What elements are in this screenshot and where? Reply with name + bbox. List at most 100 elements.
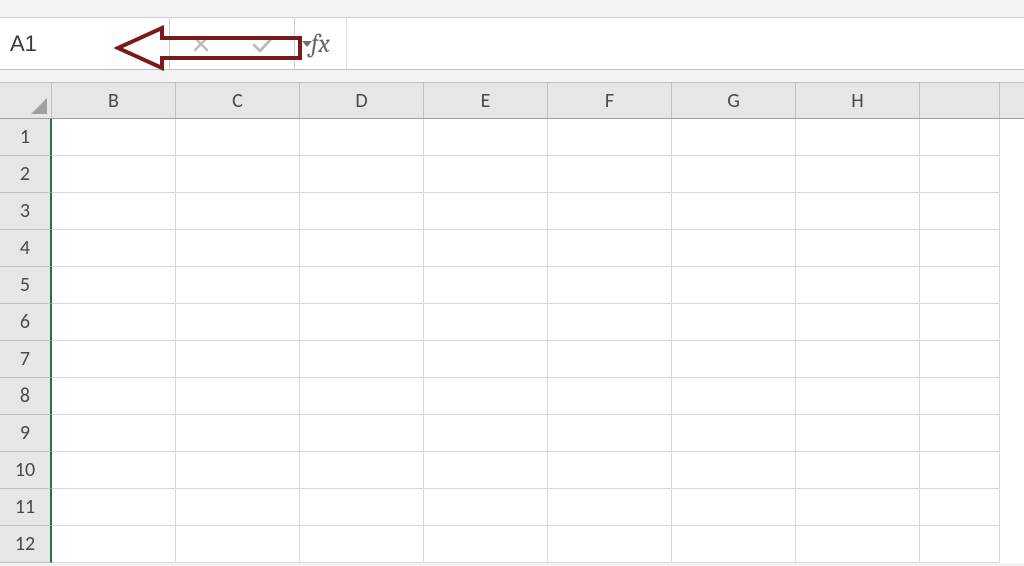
cell[interactable]: [548, 452, 672, 489]
cell[interactable]: [548, 193, 672, 230]
cell[interactable]: [920, 415, 1000, 452]
col-header[interactable]: B: [52, 83, 176, 118]
cell[interactable]: [424, 452, 548, 489]
cell[interactable]: [796, 526, 920, 563]
row-header[interactable]: 5: [0, 267, 52, 304]
cell[interactable]: [424, 156, 548, 193]
cell[interactable]: [176, 415, 300, 452]
cell[interactable]: [548, 526, 672, 563]
cell[interactable]: [424, 341, 548, 378]
formula-input[interactable]: [347, 18, 1024, 69]
cell[interactable]: [176, 526, 300, 563]
cell[interactable]: [672, 304, 796, 341]
row-header[interactable]: 8: [0, 378, 52, 415]
cell[interactable]: [672, 267, 796, 304]
cell[interactable]: [300, 267, 424, 304]
cell[interactable]: [548, 489, 672, 526]
cell[interactable]: [52, 267, 176, 304]
select-all-corner[interactable]: [0, 83, 52, 118]
name-box-input[interactable]: [10, 31, 298, 57]
cell[interactable]: [672, 341, 796, 378]
cell[interactable]: [672, 452, 796, 489]
cell[interactable]: [796, 230, 920, 267]
cell[interactable]: [52, 304, 176, 341]
cell[interactable]: [52, 193, 176, 230]
row-header[interactable]: 12: [0, 526, 52, 563]
cell[interactable]: [796, 193, 920, 230]
cell[interactable]: [52, 119, 176, 156]
cell[interactable]: [548, 415, 672, 452]
cell[interactable]: [796, 489, 920, 526]
cell[interactable]: [920, 378, 1000, 415]
col-header[interactable]: G: [672, 83, 796, 118]
cell[interactable]: [424, 119, 548, 156]
col-header[interactable]: [920, 83, 1000, 118]
cell[interactable]: [52, 526, 176, 563]
cell[interactable]: [920, 230, 1000, 267]
cell[interactable]: [300, 489, 424, 526]
cell[interactable]: [548, 267, 672, 304]
row-header[interactable]: 2: [0, 156, 52, 193]
cell[interactable]: [548, 119, 672, 156]
cell[interactable]: [920, 452, 1000, 489]
cell[interactable]: [796, 415, 920, 452]
cell[interactable]: [796, 267, 920, 304]
row-header[interactable]: 10: [0, 452, 52, 489]
cell[interactable]: [548, 230, 672, 267]
cell[interactable]: [424, 526, 548, 563]
cell[interactable]: [300, 304, 424, 341]
cell[interactable]: [52, 452, 176, 489]
cell[interactable]: [796, 156, 920, 193]
col-header[interactable]: D: [300, 83, 424, 118]
cell[interactable]: [672, 489, 796, 526]
col-header[interactable]: F: [548, 83, 672, 118]
cell[interactable]: [796, 119, 920, 156]
cell[interactable]: [300, 526, 424, 563]
cell[interactable]: [176, 193, 300, 230]
name-box-container[interactable]: [0, 18, 170, 69]
cell[interactable]: [796, 452, 920, 489]
cell[interactable]: [176, 341, 300, 378]
cell[interactable]: [424, 304, 548, 341]
row-header[interactable]: 11: [0, 489, 52, 526]
col-header[interactable]: E: [424, 83, 548, 118]
cell[interactable]: [672, 526, 796, 563]
cell[interactable]: [176, 452, 300, 489]
cell[interactable]: [300, 119, 424, 156]
cell[interactable]: [920, 193, 1000, 230]
cell[interactable]: [672, 119, 796, 156]
cell[interactable]: [920, 119, 1000, 156]
cell[interactable]: [300, 341, 424, 378]
cell[interactable]: [52, 415, 176, 452]
cell[interactable]: [548, 156, 672, 193]
cell[interactable]: [300, 193, 424, 230]
cell[interactable]: [672, 378, 796, 415]
cell[interactable]: [176, 304, 300, 341]
cell[interactable]: [672, 230, 796, 267]
cell[interactable]: [548, 304, 672, 341]
cell[interactable]: [672, 156, 796, 193]
cell[interactable]: [424, 267, 548, 304]
cell[interactable]: [424, 415, 548, 452]
cell[interactable]: [796, 378, 920, 415]
cell[interactable]: [300, 156, 424, 193]
row-header[interactable]: 7: [0, 341, 52, 378]
cell[interactable]: [52, 156, 176, 193]
col-header[interactable]: C: [176, 83, 300, 118]
cell[interactable]: [176, 378, 300, 415]
cell[interactable]: [176, 489, 300, 526]
cell[interactable]: [52, 341, 176, 378]
cell[interactable]: [300, 230, 424, 267]
col-header[interactable]: H: [796, 83, 920, 118]
cell[interactable]: [176, 156, 300, 193]
cell[interactable]: [176, 267, 300, 304]
cell[interactable]: [424, 230, 548, 267]
cell[interactable]: [920, 341, 1000, 378]
cell[interactable]: [920, 526, 1000, 563]
row-header[interactable]: 3: [0, 193, 52, 230]
row-header[interactable]: 9: [0, 415, 52, 452]
cell[interactable]: [300, 415, 424, 452]
cell[interactable]: [796, 341, 920, 378]
cell[interactable]: [920, 267, 1000, 304]
cell[interactable]: [548, 341, 672, 378]
